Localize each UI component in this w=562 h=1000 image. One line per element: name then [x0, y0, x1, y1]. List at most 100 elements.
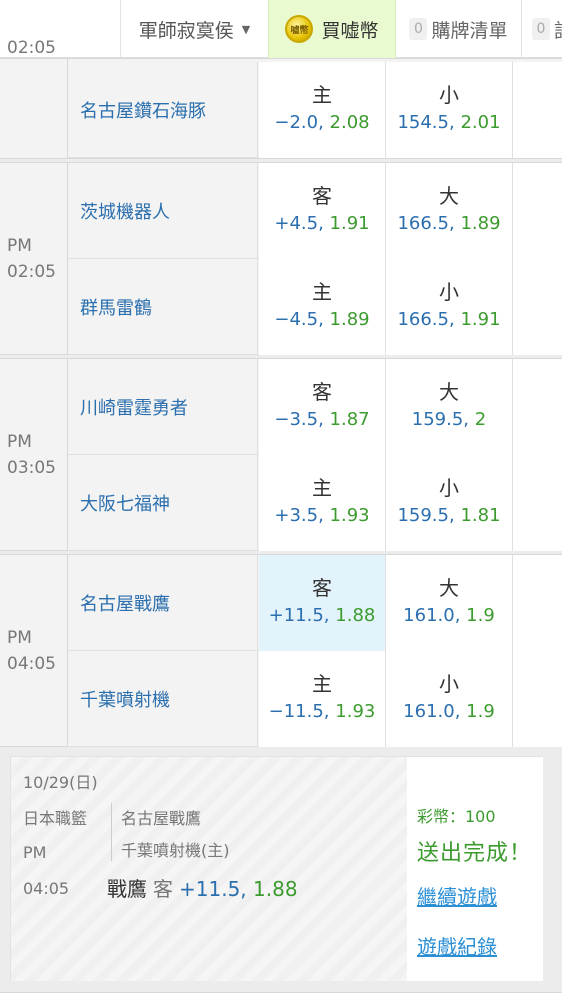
- spread-bet-cell-selected[interactable]: 客 +11.5, 1.88: [259, 555, 386, 651]
- spread-odds: 1.93: [335, 701, 376, 722]
- extra-bet-cell[interactable]: [513, 359, 562, 455]
- total-line: 166.5,: [397, 213, 455, 234]
- total-line: 161.0,: [403, 701, 461, 722]
- bet-side: 客: [153, 877, 173, 901]
- total-pick: 大: [439, 380, 459, 404]
- team-name: 群馬雷鶴: [68, 259, 258, 355]
- bet-line: +11.5,: [179, 877, 247, 901]
- extra-bet-cell[interactable]: [513, 163, 562, 259]
- match-time: 03:05: [7, 458, 56, 478]
- spread-bet-cell[interactable]: 主 +3.5, 1.93: [259, 455, 386, 551]
- total-bet-cell[interactable]: 小 159.5, 1.81: [386, 455, 513, 551]
- cart-label: 購牌清單: [431, 19, 508, 42]
- user-menu[interactable]: 軍師寂寞侯 ▼: [120, 0, 268, 58]
- spread-line: −11.5,: [268, 701, 330, 722]
- total-line: 159.5,: [397, 505, 455, 526]
- bet-team-short: 戰鷹: [107, 877, 147, 901]
- team-name: 千葉噴射機: [68, 651, 258, 747]
- game-history-link[interactable]: 遊戲紀錄: [417, 931, 497, 960]
- extra-bet-cell[interactable]: [513, 62, 562, 158]
- total-bet-cell[interactable]: 大 166.5, 1.89: [386, 163, 513, 259]
- total-bet-cell[interactable]: 小 161.0, 1.9: [386, 651, 513, 747]
- match-row: 名古屋鑽石海豚 主 −2.0, 2.08 小 154.5, 2.01: [68, 62, 562, 158]
- buy-coins-button[interactable]: 嘘幣 買嘘幣: [268, 0, 396, 58]
- spread-pick: 客: [312, 576, 332, 600]
- extra-bet-cell[interactable]: [513, 259, 562, 355]
- spread-line: −3.5,: [274, 409, 324, 430]
- spread-pick: 客: [312, 184, 332, 208]
- bet-summary: 10/29(日) 日本職籃 名古屋戰鷹 千葉噴射機(主) PM 04:05 戰鷹…: [11, 757, 407, 981]
- team-name: 大阪七福神: [68, 455, 258, 551]
- spread-bet-cell[interactable]: 主 −2.0, 2.08: [259, 62, 386, 158]
- records-count-badge: 0: [532, 18, 550, 40]
- bet-pick-summary: 戰鷹客 +11.5, 1.88: [107, 873, 298, 902]
- top-bar: 軍師寂寞侯 ▼ 嘘幣 買嘘幣 0 購牌清單 0 記: [0, 0, 562, 58]
- chevron-down-icon: ▼: [241, 22, 251, 36]
- spread-pick: 主: [312, 476, 332, 500]
- bet-confirmation-panel: 10/29(日) 日本職籃 名古屋戰鷹 千葉噴射機(主) PM 04:05 戰鷹…: [10, 756, 543, 981]
- match-ampm: PM: [7, 628, 32, 648]
- spread-odds: 2.08: [329, 112, 370, 133]
- spread-bet-cell[interactable]: 客 +4.5, 1.91: [259, 163, 386, 259]
- bet-result: 彩幣：100 送出完成！ 繼續遊戲 遊戲紀錄: [407, 757, 543, 981]
- spread-pick: 主: [312, 672, 332, 696]
- bet-league: 日本職籃: [23, 809, 88, 828]
- total-bet-cell[interactable]: 小 166.5, 1.91: [386, 259, 513, 355]
- spread-odds: 1.89: [329, 309, 370, 330]
- match-ampm: PM: [7, 432, 32, 452]
- total-odds: 2: [474, 409, 487, 430]
- extra-bet-cell[interactable]: [513, 651, 562, 747]
- total-pick: 小: [439, 476, 459, 500]
- match-block: PM 02:05 茨城機器人 客 +4.5, 1.91 大 166.5, 1.8…: [0, 162, 562, 355]
- total-bet-cell[interactable]: 大 159.5, 2: [386, 359, 513, 455]
- records-button[interactable]: 0 記: [522, 0, 562, 58]
- match-time-cell: PM 04:05: [0, 555, 68, 746]
- continue-game-link[interactable]: 繼續遊戲: [417, 881, 497, 910]
- user-name: 軍師寂寞侯: [138, 19, 234, 42]
- spread-odds: 1.87: [329, 409, 370, 430]
- spread-line: +4.5,: [274, 213, 324, 234]
- spread-bet-cell[interactable]: 主 −4.5, 1.89: [259, 259, 386, 355]
- match-time-cell: PM 03:05: [0, 359, 68, 550]
- coin-balance: 彩幣：100: [417, 807, 496, 826]
- spread-line: +3.5,: [274, 505, 324, 526]
- team-name: 名古屋鑽石海豚: [68, 62, 258, 158]
- bet-ampm: PM: [23, 843, 47, 862]
- spread-pick: 主: [312, 83, 332, 107]
- match-row: 群馬雷鶴 主 −4.5, 1.89 小 166.5, 1.91: [68, 259, 562, 355]
- bet-date: 10/29(日): [23, 773, 98, 792]
- match-time: 02:05: [7, 38, 56, 58]
- total-pick: 大: [439, 576, 459, 600]
- team-name: 川崎雷霆勇者: [68, 359, 258, 455]
- spread-pick: 客: [312, 380, 332, 404]
- total-pick: 小: [439, 280, 459, 304]
- total-line: 154.5,: [397, 112, 455, 133]
- match-block: PM 03:05 川崎雷霆勇者 客 −3.5, 1.87 大 159.5, 2 …: [0, 358, 562, 551]
- cart-button[interactable]: 0 購牌清單: [396, 0, 522, 58]
- total-pick: 小: [439, 672, 459, 696]
- match-row: 大阪七福神 主 +3.5, 1.93 小 159.5, 1.81: [68, 455, 562, 551]
- team-name: 名古屋戰鷹: [68, 555, 258, 651]
- match-row: 川崎雷霆勇者 客 −3.5, 1.87 大 159.5, 2: [68, 359, 562, 455]
- spread-bet-cell[interactable]: 主 −11.5, 1.93: [259, 651, 386, 747]
- coin-icon: 嘘幣: [285, 15, 314, 43]
- match-row: 名古屋戰鷹 客 +11.5, 1.88 大 161.0, 1.9: [68, 555, 562, 651]
- match-block: 02:05 名古屋鑽石海豚 主 −2.0, 2.08 小 154.5, 2.01: [0, 38, 562, 159]
- total-pick: 小: [439, 83, 459, 107]
- spread-bet-cell[interactable]: 客 −3.5, 1.87: [259, 359, 386, 455]
- extra-bet-cell[interactable]: [513, 455, 562, 551]
- match-time: 02:05: [7, 262, 56, 282]
- total-bet-cell[interactable]: 小 154.5, 2.01: [386, 62, 513, 158]
- total-line: 159.5,: [411, 409, 470, 430]
- match-row: 茨城機器人 客 +4.5, 1.91 大 166.5, 1.89: [68, 163, 562, 259]
- spread-odds: 1.91: [329, 213, 370, 234]
- total-odds: 1.91: [460, 309, 501, 330]
- cart-count-badge: 0: [409, 18, 428, 40]
- extra-bet-cell[interactable]: [513, 555, 562, 651]
- total-bet-cell[interactable]: 大 161.0, 1.9: [386, 555, 513, 651]
- submit-complete-message: 送出完成！: [417, 841, 533, 866]
- bet-odds: 1.88: [253, 877, 298, 901]
- total-odds: 1.81: [460, 505, 501, 526]
- total-odds: 2.01: [460, 112, 501, 133]
- next-match-block-edge: [0, 992, 562, 1000]
